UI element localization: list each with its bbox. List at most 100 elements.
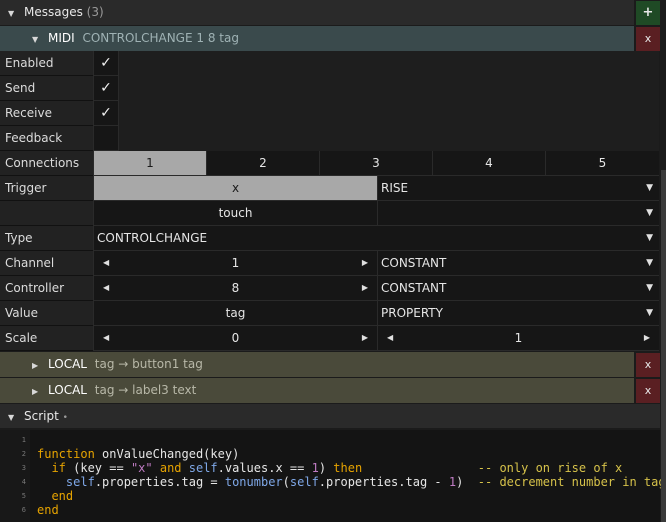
local-title: LOCAL (47, 383, 87, 397)
controller-value: 8 (231, 281, 240, 295)
code-token: self (289, 475, 319, 489)
code-token: tonumber (224, 475, 283, 489)
local-1-close-button[interactable]: x (636, 353, 660, 377)
collapse-triangle-icon[interactable]: ▼ (8, 9, 14, 18)
code-token: .properties.tag = (94, 475, 225, 489)
increment-arrow-icon[interactable]: ▶ (362, 251, 368, 275)
line-number: 3 (21, 464, 26, 472)
value-mode-dropdown[interactable]: PROPERTY ▼ (377, 301, 659, 326)
line-number: 1 (21, 436, 26, 444)
local-2-close-button[interactable]: x (636, 379, 660, 403)
vertical-scrollbar[interactable] (661, 170, 666, 522)
connection-tab-2[interactable]: 2 (206, 151, 319, 176)
scale-label: Scale (0, 326, 93, 351)
channel-stepper[interactable]: ◀ 1 ▶ (93, 251, 377, 276)
line-number: 6 (21, 506, 26, 514)
local-title: LOCAL (47, 357, 87, 371)
decrement-arrow-icon[interactable]: ◀ (387, 326, 393, 350)
add-message-button[interactable]: + (636, 1, 660, 25)
decrement-arrow-icon[interactable]: ◀ (103, 251, 109, 275)
code-token: ( (282, 475, 290, 489)
channel-label: Channel (0, 251, 93, 276)
feedback-checkbox[interactable] (93, 126, 118, 151)
connection-tab-1[interactable]: 1 (93, 151, 206, 176)
expand-triangle-icon[interactable]: ▶ (32, 387, 38, 396)
collapse-triangle-icon[interactable]: ▼ (8, 413, 14, 422)
dropdown-arrow-icon: ▼ (646, 258, 653, 268)
connections-label: Connections (0, 151, 93, 176)
send-label: Send (0, 76, 93, 101)
local-row-2[interactable]: ▶ LOCAL tag → label3 text (0, 378, 634, 403)
increment-arrow-icon[interactable]: ▶ (644, 326, 650, 350)
trigger-label: Trigger (0, 176, 93, 201)
collapse-triangle-icon[interactable]: ▼ (32, 35, 38, 44)
trigger-field-selector[interactable]: x (93, 176, 377, 201)
value-mode-value: PROPERTY (381, 306, 443, 320)
script-title: Script (23, 409, 59, 423)
enabled-label: Enabled (0, 51, 93, 76)
receive-checkbox[interactable]: ✓ (93, 101, 118, 126)
scale-min-stepper[interactable]: ◀ 0 ▶ (93, 326, 377, 351)
messages-count: (3) (86, 5, 104, 19)
dropdown-arrow-icon: ▼ (646, 233, 653, 243)
dropdown-arrow-icon: ▼ (646, 283, 653, 293)
code-token: 1 (448, 475, 457, 489)
trigger-mode-dropdown[interactable]: RISE ▼ (377, 176, 659, 201)
code-line[interactable]: self.properties.tag = tonumber(self.prop… (37, 475, 666, 489)
code-token: self (65, 475, 95, 489)
messages-header[interactable]: ▼ Messages (3) (0, 0, 634, 25)
line-number: 2 (21, 450, 26, 458)
expand-triangle-icon[interactable]: ▶ (32, 361, 38, 370)
trigger-field-selector-2[interactable]: touch (93, 201, 377, 226)
midi-header[interactable]: ▼ MIDI CONTROLCHANGE 1 8 tag (0, 26, 634, 51)
controller-stepper[interactable]: ◀ 8 ▶ (93, 276, 377, 301)
code-token: .values.x == (217, 461, 312, 475)
script-dirty-indicator: • (62, 413, 68, 423)
checks-blank-area (118, 51, 659, 151)
connection-tab-5[interactable]: 5 (545, 151, 659, 176)
scale-min-value: 0 (231, 331, 240, 345)
dropdown-arrow-icon: ▼ (646, 208, 653, 218)
send-checkbox[interactable]: ✓ (93, 76, 118, 101)
increment-arrow-icon[interactable]: ▶ (362, 276, 368, 300)
value-field[interactable]: tag (93, 301, 377, 326)
line-number: 5 (21, 492, 26, 500)
code-line[interactable]: end (37, 503, 657, 517)
controller-mode-dropdown[interactable]: CONSTANT ▼ (377, 276, 659, 301)
code-line[interactable] (37, 433, 657, 447)
enabled-checkbox[interactable]: ✓ (93, 51, 118, 76)
code-token: end (51, 489, 74, 503)
code-token: ) (456, 475, 478, 489)
connection-tab-3[interactable]: 3 (319, 151, 432, 176)
value-label: Value (0, 301, 93, 326)
code-token: ) (318, 461, 334, 475)
channel-mode-dropdown[interactable]: CONSTANT ▼ (377, 251, 659, 276)
line-number-gutter: 1 2 3 4 5 6 (0, 430, 30, 522)
code-line[interactable]: if (key == "x" and self.values.x == 1) t… (37, 461, 657, 475)
midi-close-button[interactable]: x (636, 27, 660, 51)
code-line[interactable]: end (37, 489, 657, 503)
controller-label: Controller (0, 276, 93, 301)
channel-mode-value: CONSTANT (381, 256, 447, 270)
code-line[interactable]: function onValueChanged(key) (37, 447, 657, 461)
decrement-arrow-icon[interactable]: ◀ (103, 326, 109, 350)
dropdown-arrow-icon: ▼ (646, 183, 653, 193)
receive-label: Receive (0, 101, 93, 126)
increment-arrow-icon[interactable]: ▶ (362, 326, 368, 350)
type-dropdown[interactable]: CONTROLCHANGE ▼ (93, 226, 659, 251)
code-token: 1 (311, 461, 319, 475)
trigger-mode-dropdown-2[interactable]: ▼ (377, 201, 659, 226)
code-body[interactable]: function onValueChanged(key) if (key == … (37, 433, 666, 517)
local-detail: tag → button1 tag (94, 357, 203, 371)
dropdown-arrow-icon: ▼ (646, 308, 653, 318)
channel-value: 1 (231, 256, 240, 270)
decrement-arrow-icon[interactable]: ◀ (103, 276, 109, 300)
local-row-1[interactable]: ▶ LOCAL tag → button1 tag (0, 352, 634, 377)
connection-tab-4[interactable]: 4 (432, 151, 545, 176)
code-token: and (152, 461, 189, 475)
script-header[interactable]: ▼ Script • (0, 404, 660, 428)
scale-max-stepper[interactable]: ◀ 1 ▶ (377, 326, 659, 351)
script-editor[interactable]: 1 2 3 4 5 6 function onValueChanged(key) if (… (0, 430, 666, 522)
code-token: -- decrement number in tag (477, 475, 666, 489)
